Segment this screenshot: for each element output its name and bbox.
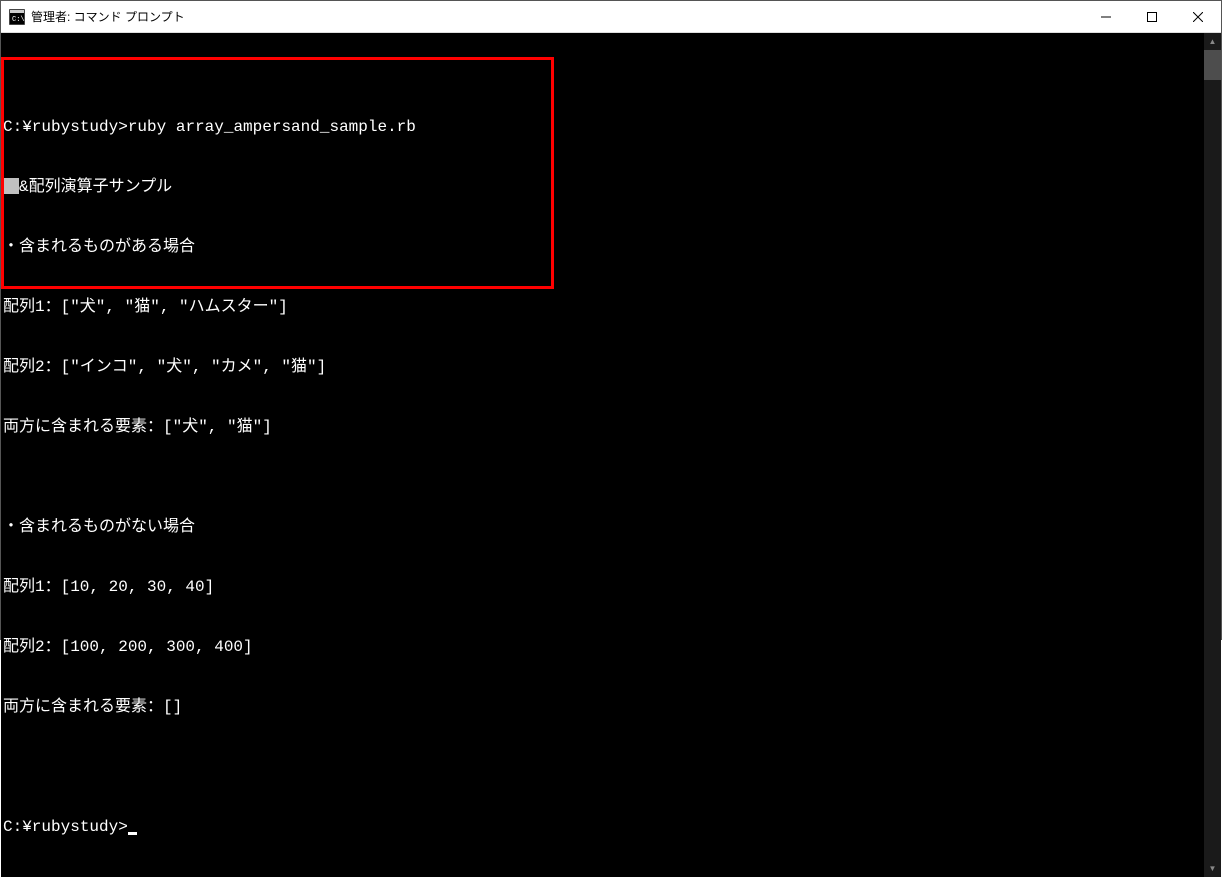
terminal-line: ・含まれるものがある場合 (1, 237, 1204, 257)
terminal-line: 両方に含まれる要素：["犬", "猫"] (1, 417, 1204, 437)
cmd-icon: C:\ (9, 9, 25, 25)
terminal-line: 配列2：["インコ", "犬", "カメ", "猫"] (1, 357, 1204, 377)
terminal-area: C:¥rubystudy>ruby array_ampersand_sample… (1, 33, 1221, 877)
prompt: C:¥rubystudy> (3, 118, 128, 136)
terminal-line (1, 757, 1204, 777)
command-prompt-window: C:\ 管理者: コマンド プロンプト C:¥rubystudy>ruby ar… (0, 0, 1222, 640)
prompt: C:¥rubystudy> (3, 818, 128, 836)
scrollbar-down-arrow-icon[interactable]: ▼ (1204, 860, 1221, 877)
terminal-line: 配列1：[10, 20, 30, 40] (1, 577, 1204, 597)
terminal-line: 配列1：["犬", "猫", "ハムスター"] (1, 297, 1204, 317)
terminal-line: C:¥rubystudy>ruby array_ampersand_sample… (1, 117, 1204, 137)
window-title: 管理者: コマンド プロンプト (31, 8, 1083, 25)
cursor-icon (128, 832, 137, 835)
titlebar[interactable]: C:\ 管理者: コマンド プロンプト (1, 1, 1221, 33)
terminal-line: 両方に含まれる要素：[] (1, 697, 1204, 717)
maximize-button[interactable] (1129, 1, 1175, 32)
terminal-line: ・含まれるものがない場合 (1, 517, 1204, 537)
close-button[interactable] (1175, 1, 1221, 32)
terminal-line: 配列2：[100, 200, 300, 400] (1, 637, 1204, 657)
vertical-scrollbar[interactable]: ▲ ▼ (1204, 33, 1221, 877)
terminal-content[interactable]: C:¥rubystudy>ruby array_ampersand_sample… (1, 33, 1204, 877)
minimize-button[interactable] (1083, 1, 1129, 32)
scrollbar-up-arrow-icon[interactable]: ▲ (1204, 33, 1221, 50)
command-text: ruby array_ampersand_sample.rb (128, 118, 416, 136)
svg-text:C:\: C:\ (12, 16, 25, 24)
output-text: &配列演算子サンプル (19, 178, 172, 196)
terminal-line: C:¥rubystudy> (1, 817, 1204, 837)
window-controls (1083, 1, 1221, 32)
block-char-icon (3, 178, 19, 194)
scrollbar-thumb[interactable] (1204, 50, 1221, 80)
terminal-line: &配列演算子サンプル (1, 177, 1204, 197)
